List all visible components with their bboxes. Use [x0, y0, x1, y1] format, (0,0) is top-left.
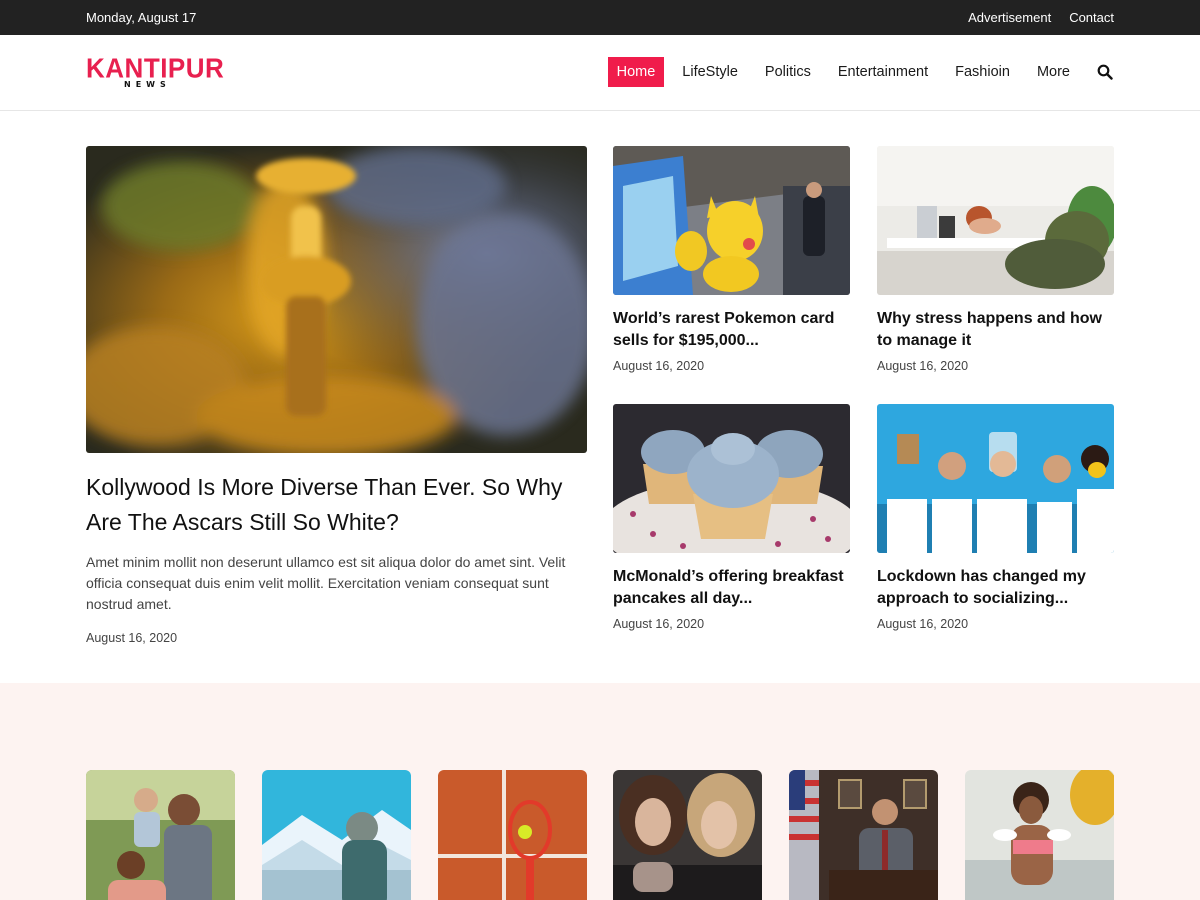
category-thumbnail[interactable]	[86, 770, 235, 900]
category-thumbnail[interactable]	[262, 770, 411, 900]
article-image[interactable]	[877, 404, 1114, 553]
article-date: August 16, 2020	[877, 617, 969, 631]
nav-item-fashion[interactable]: Fashioin	[946, 57, 1019, 87]
top-links: Advertisement Contact	[968, 10, 1114, 25]
article-title[interactable]: McMonald’s offering breakfast pancakes a…	[613, 566, 850, 610]
main-nav: Home LifeStyle Politics Entertainment Fa…	[599, 57, 1114, 87]
article-card: World’s rarest Pokemon card sells for $1…	[613, 146, 850, 373]
article-title[interactable]: World’s rarest Pokemon card sells for $1…	[613, 308, 850, 352]
featured-image[interactable]	[86, 146, 587, 453]
article-image[interactable]	[613, 146, 850, 295]
logo-subtext: NEWS	[124, 80, 171, 89]
current-date: Monday, August 17	[86, 10, 197, 25]
advertisement-link[interactable]: Advertisement	[968, 10, 1051, 25]
category-thumbnail[interactable]	[613, 770, 762, 900]
article-image[interactable]	[613, 404, 850, 553]
featured-date: August 16, 2020	[86, 631, 178, 645]
article-date: August 16, 2020	[613, 617, 705, 631]
search-icon[interactable]	[1096, 63, 1114, 81]
contact-link[interactable]: Contact	[1069, 10, 1114, 25]
site-logo[interactable]: KANTIPUR NEWS	[86, 52, 225, 95]
site-header: KANTIPUR NEWS Home LifeStyle Politics En…	[0, 35, 1200, 111]
nav-item-politics[interactable]: Politics	[756, 57, 820, 87]
featured-excerpt: Amet minim mollit non deserunt ullamco e…	[86, 554, 566, 612]
featured-title[interactable]: Kollywood Is More Diverse Than Ever. So …	[86, 470, 587, 540]
article-card: McMonald’s offering breakfast pancakes a…	[613, 404, 850, 631]
nav-item-lifestyle[interactable]: LifeStyle	[673, 57, 747, 87]
article-image[interactable]	[877, 146, 1114, 295]
logo-text: KANTIPUR	[86, 52, 225, 84]
category-thumbnail[interactable]	[438, 770, 587, 900]
article-date: August 16, 2020	[877, 359, 969, 373]
article-card: Lockdown has changed my approach to soci…	[877, 404, 1114, 631]
nav-item-entertainment[interactable]: Entertainment	[829, 57, 937, 87]
category-thumbnail[interactable]	[789, 770, 938, 900]
article-card: Why stress happens and how to manage it …	[877, 146, 1114, 373]
nav-item-home[interactable]: Home	[607, 57, 665, 87]
top-bar: Monday, August 17 Advertisement Contact	[0, 0, 1200, 35]
article-title[interactable]: Why stress happens and how to manage it	[877, 308, 1114, 352]
article-title[interactable]: Lockdown has changed my approach to soci…	[877, 566, 1114, 610]
nav-item-more[interactable]: More	[1028, 57, 1079, 87]
category-thumbnail[interactable]	[965, 770, 1114, 900]
article-date: August 16, 2020	[613, 359, 705, 373]
